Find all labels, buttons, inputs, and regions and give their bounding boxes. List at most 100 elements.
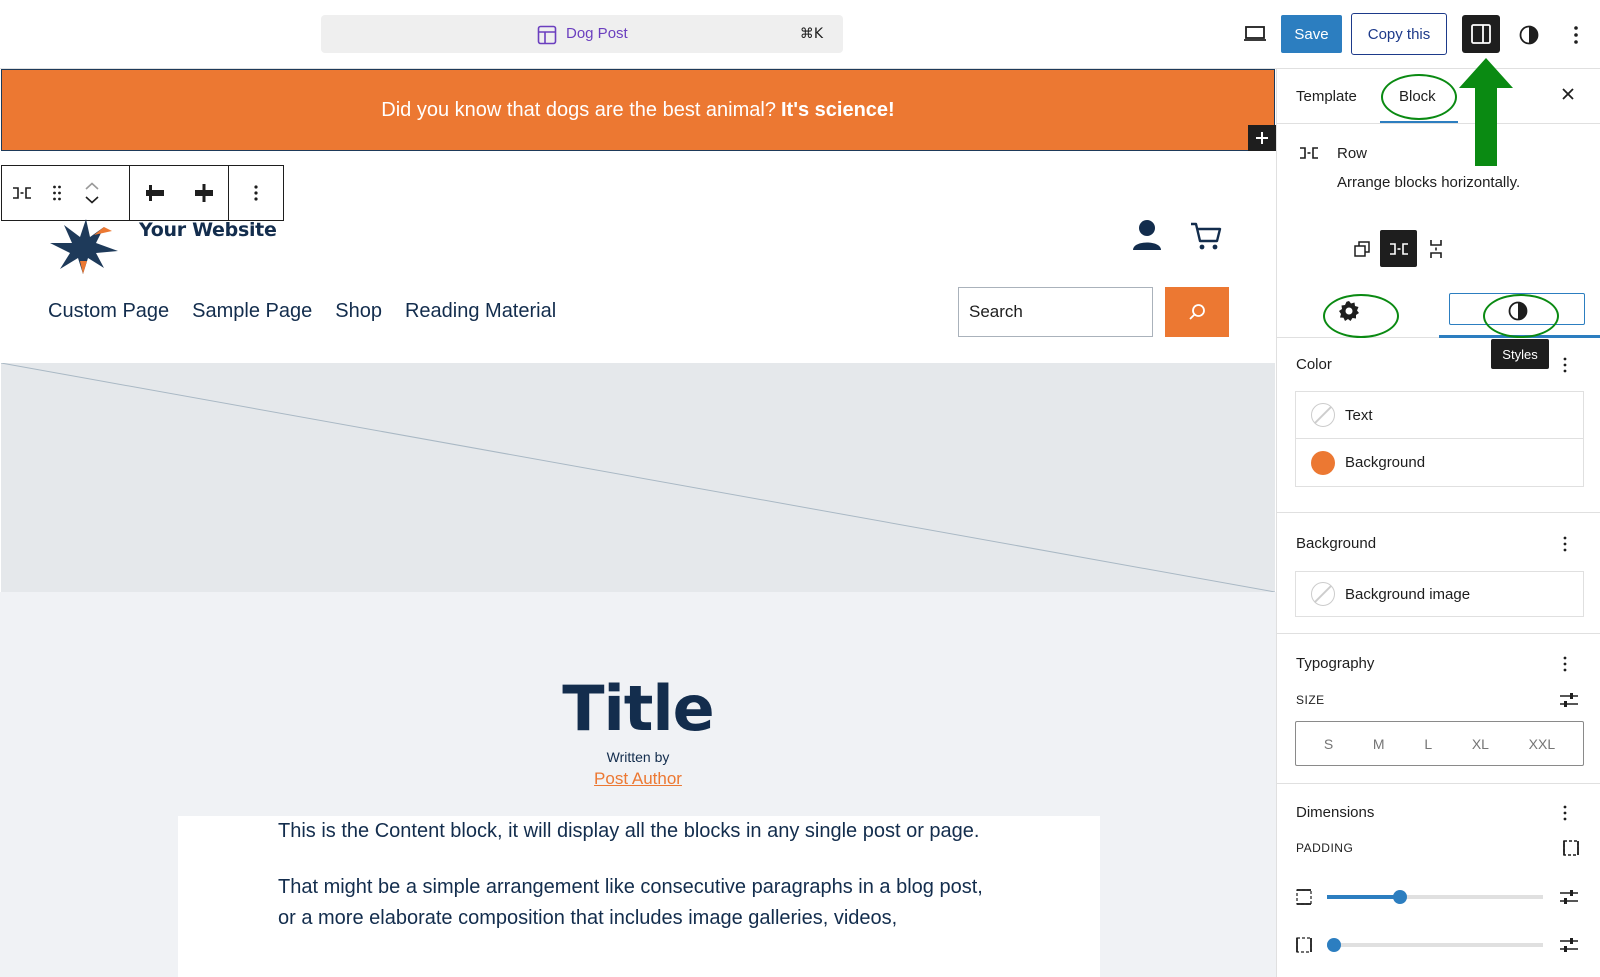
settings-sidebar-toggle[interactable]	[1462, 15, 1500, 53]
panel-divider	[1277, 512, 1600, 513]
template-icon	[537, 25, 557, 45]
custom-value-icon[interactable]	[1559, 936, 1579, 954]
slider-fill	[1327, 895, 1401, 899]
custom-value-icon[interactable]	[1559, 888, 1579, 906]
background-color-option[interactable]: Background	[1296, 439, 1583, 486]
content-block[interactable]: This is the Content block, it will displ…	[178, 816, 1100, 977]
sidebar-panel-icon	[1471, 24, 1491, 44]
annotation-ellipse-styles	[1483, 294, 1559, 338]
move-up-down-control[interactable]	[72, 166, 112, 220]
annotation-ellipse-settings	[1323, 294, 1399, 338]
size-option-m[interactable]: M	[1373, 736, 1385, 752]
size-option-xxl[interactable]: XXL	[1529, 736, 1555, 752]
styles-toggle-button[interactable]	[1516, 22, 1542, 48]
orange-swatch-icon	[1311, 450, 1335, 475]
slider-thumb[interactable]	[1327, 938, 1341, 952]
search-icon	[1189, 304, 1205, 320]
announcement-banner[interactable]: Did you know that dogs are the best anim…	[1, 69, 1275, 151]
site-logo[interactable]	[46, 213, 120, 275]
drag-handle[interactable]	[42, 166, 72, 220]
size-option-l[interactable]: L	[1424, 736, 1432, 752]
content-paragraph: That might be a simple arrangement like …	[278, 876, 983, 929]
editor-top-bar: Dog Post ⌘K Save Copy this	[0, 0, 1600, 69]
color-panel-options[interactable]	[1560, 356, 1570, 374]
justify-left-button[interactable]	[135, 166, 175, 220]
tab-template[interactable]: Template	[1296, 88, 1357, 105]
row-block-icon	[1300, 147, 1318, 159]
justify-left-icon	[145, 185, 164, 201]
more-vertical-icon	[254, 185, 258, 201]
background-color-label: Background	[1345, 454, 1426, 471]
site-title[interactable]: Your Website	[139, 219, 277, 241]
row-block-icon	[1389, 242, 1408, 255]
document-title: Dog Post	[566, 25, 628, 42]
nav-item-sample-page[interactable]: Sample Page	[192, 300, 312, 323]
chevron-up-icon[interactable]	[85, 182, 99, 190]
typography-panel-heading: Typography	[1296, 655, 1375, 672]
more-vertical-icon	[1563, 357, 1567, 373]
drag-handle-icon	[53, 185, 61, 201]
size-option-xl[interactable]: XL	[1472, 736, 1489, 752]
size-option-s[interactable]: S	[1324, 736, 1333, 752]
placeholder-diagonal-line	[1, 363, 1275, 592]
empty-swatch-icon	[1311, 582, 1335, 606]
nav-item-custom-page[interactable]: Custom Page	[48, 300, 169, 323]
nav-item-reading-material[interactable]: Reading Material	[405, 300, 556, 323]
block-options-button[interactable]	[236, 166, 276, 220]
padding-sides-icon[interactable]	[1562, 839, 1580, 857]
block-variations	[1343, 230, 1454, 267]
styles-tooltip: Styles	[1491, 339, 1549, 369]
text-color-option[interactable]: Text	[1296, 392, 1583, 439]
cart-icon[interactable]	[1190, 221, 1222, 251]
padding-vertical-slider[interactable]	[1327, 889, 1543, 905]
color-options: Text Background	[1295, 391, 1584, 487]
more-vertical-icon	[1574, 26, 1578, 44]
block-description: Arrange blocks horizontally.	[1337, 174, 1521, 191]
featured-image-placeholder[interactable]	[1, 363, 1275, 592]
slider-track	[1327, 943, 1543, 947]
font-size-picker: S M L XL XXL	[1295, 721, 1584, 766]
save-button[interactable]: Save	[1281, 15, 1342, 53]
padding-vertical-icon	[1296, 889, 1312, 905]
post-author-link[interactable]: Post Author	[0, 769, 1276, 789]
editor-canvas: Did you know that dogs are the best anim…	[0, 69, 1276, 977]
post-title[interactable]: Title	[0, 672, 1276, 745]
block-toolbar-group-2	[130, 166, 229, 220]
row-block-switcher[interactable]	[2, 166, 42, 220]
shortcut-hint: ⌘K	[799, 26, 823, 42]
text-color-label: Text	[1345, 406, 1373, 424]
chevron-down-icon[interactable]	[85, 196, 99, 204]
close-icon[interactable]	[1560, 86, 1576, 102]
typography-panel-options[interactable]	[1560, 655, 1570, 673]
background-options: Background image	[1295, 571, 1584, 617]
add-block-button[interactable]	[1248, 125, 1276, 151]
background-panel-options[interactable]	[1560, 535, 1570, 553]
active-tab-indicator	[1380, 121, 1458, 123]
background-image-option[interactable]: Background image	[1296, 572, 1583, 616]
dimensions-panel-options[interactable]	[1560, 804, 1570, 822]
slider-thumb[interactable]	[1393, 890, 1408, 904]
copy-this-button[interactable]: Copy this	[1351, 13, 1447, 55]
custom-size-icon[interactable]	[1559, 691, 1579, 709]
variation-group[interactable]	[1343, 230, 1380, 267]
written-by-label: Written by	[606, 749, 670, 765]
account-icon[interactable]	[1132, 219, 1162, 251]
empty-swatch-icon	[1311, 403, 1335, 427]
variation-stack[interactable]	[1417, 230, 1454, 267]
panel-divider	[1277, 633, 1600, 634]
panel-divider	[1277, 783, 1600, 784]
block-name: Row	[1337, 145, 1368, 162]
content-paragraph: This is the Content block, it will displ…	[278, 820, 980, 842]
padding-label: PADDING	[1296, 841, 1354, 855]
nav-item-shop[interactable]: Shop	[335, 300, 382, 323]
options-menu-button[interactable]	[1566, 22, 1586, 48]
block-toolbar-group-3	[229, 166, 283, 220]
search-input[interactable]: Search	[958, 287, 1153, 337]
preview-device-button[interactable]	[1240, 22, 1270, 46]
search-button[interactable]	[1165, 287, 1229, 337]
block-toolbar-group-1	[2, 166, 130, 220]
padding-horizontal-slider[interactable]	[1327, 937, 1543, 953]
justify-center-button[interactable]	[184, 166, 224, 220]
variation-row[interactable]	[1380, 230, 1417, 267]
command-palette-bar[interactable]: Dog Post ⌘K	[321, 15, 843, 53]
